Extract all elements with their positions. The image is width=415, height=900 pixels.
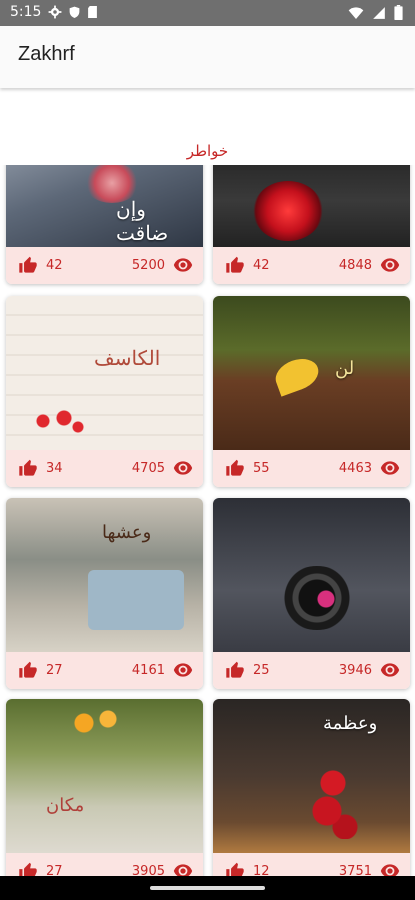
card-image[interactable]: الكاسف bbox=[6, 296, 203, 450]
card-stats-bar: 42 5200 bbox=[6, 247, 203, 284]
car-decoration bbox=[88, 570, 184, 630]
likes-count: 34 bbox=[46, 461, 63, 476]
views-count: 4463 bbox=[338, 461, 372, 476]
flowers-decoration bbox=[66, 703, 126, 743]
leaf-decoration bbox=[271, 353, 323, 397]
card-image[interactable]: لن bbox=[213, 296, 410, 450]
views-count: 4848 bbox=[338, 258, 372, 273]
card-stats-bar: 27 4161 bbox=[6, 652, 203, 689]
shield-icon bbox=[69, 6, 80, 18]
rose-decoration bbox=[253, 181, 323, 241]
eye-icon bbox=[380, 461, 400, 475]
likes-count: 27 bbox=[46, 864, 63, 876]
thumbs-up-icon[interactable] bbox=[18, 661, 38, 680]
card-image[interactable]: وعظمة bbox=[213, 699, 410, 853]
flower-decoration bbox=[309, 588, 343, 610]
image-card[interactable]: مكان 27 3905 bbox=[6, 699, 203, 876]
views-count: 5200 bbox=[131, 258, 165, 273]
card-image[interactable]: مكان bbox=[6, 699, 203, 853]
wifi-icon bbox=[348, 6, 364, 19]
eye-icon bbox=[380, 663, 400, 677]
views-count: 4705 bbox=[131, 461, 165, 476]
eye-icon bbox=[173, 258, 193, 272]
thumbs-up-icon[interactable] bbox=[225, 256, 245, 275]
image-card[interactable]: وعشها 27 4161 bbox=[6, 498, 203, 689]
likes-count: 12 bbox=[253, 864, 270, 876]
image-calligraphy: وعشها bbox=[102, 522, 152, 543]
thumbs-up-icon[interactable] bbox=[225, 862, 245, 876]
app-bar: Zakhrf bbox=[0, 26, 415, 88]
battery-icon bbox=[394, 5, 403, 20]
image-card[interactable]: 25 3946 bbox=[213, 498, 410, 689]
likes-count: 55 bbox=[253, 461, 270, 476]
thumbs-up-icon[interactable] bbox=[225, 661, 245, 680]
thumbs-up-icon[interactable] bbox=[225, 459, 245, 478]
card-stats-bar: 42 4848 bbox=[213, 247, 410, 284]
views-count: 3905 bbox=[131, 864, 165, 876]
image-calligraphy: الكاسف bbox=[94, 346, 161, 370]
card-stats-bar: 25 3946 bbox=[213, 652, 410, 689]
system-navigation-bar bbox=[0, 876, 415, 900]
image-calligraphy: لن bbox=[335, 358, 355, 379]
thumbs-up-icon[interactable] bbox=[18, 256, 38, 275]
image-card[interactable]: لن 55 4463 bbox=[213, 296, 410, 487]
image-calligraphy: مكان bbox=[46, 795, 85, 816]
card-stats-bar: 27 3905 bbox=[6, 853, 203, 876]
image-card[interactable]: 42 4848 bbox=[213, 165, 410, 284]
card-image[interactable] bbox=[213, 498, 410, 652]
image-calligraphy: وإن ضاقت bbox=[116, 197, 169, 245]
views-count: 3751 bbox=[338, 864, 372, 876]
image-card[interactable]: وإن ضاقت 42 5200 bbox=[6, 165, 203, 284]
likes-count: 42 bbox=[46, 258, 63, 273]
eye-icon bbox=[173, 663, 193, 677]
eye-icon bbox=[380, 864, 400, 876]
card-stats-bar: 55 4463 bbox=[213, 450, 410, 487]
card-image[interactable] bbox=[213, 165, 410, 247]
hearts-decoration bbox=[22, 406, 92, 436]
views-count: 4161 bbox=[131, 663, 165, 678]
eye-icon bbox=[173, 864, 193, 876]
image-calligraphy: وعظمة bbox=[323, 713, 378, 734]
likes-count: 27 bbox=[46, 663, 63, 678]
image-grid[interactable]: وإن ضاقت 42 5200 42 4848 الكاسف 34 4705 … bbox=[0, 165, 415, 876]
home-gesture-handle[interactable] bbox=[150, 886, 265, 890]
image-card[interactable]: وعظمة 12 3751 bbox=[213, 699, 410, 876]
likes-count: 25 bbox=[253, 663, 270, 678]
status-bar: 5:15 bbox=[0, 0, 415, 26]
balloon-hearts-decoration bbox=[309, 759, 369, 839]
settings-icon bbox=[48, 5, 62, 19]
status-time: 5:15 bbox=[10, 4, 42, 20]
card-image[interactable]: وإن ضاقت bbox=[6, 165, 203, 247]
section-title: خواطر bbox=[186, 142, 229, 160]
sd-card-icon bbox=[88, 5, 97, 19]
eye-icon bbox=[173, 461, 193, 475]
card-stats-bar: 12 3751 bbox=[213, 853, 410, 876]
views-count: 3946 bbox=[338, 663, 372, 678]
thumbs-up-icon[interactable] bbox=[18, 862, 38, 876]
eye-icon bbox=[380, 258, 400, 272]
card-stats-bar: 34 4705 bbox=[6, 450, 203, 487]
likes-count: 42 bbox=[253, 258, 270, 273]
image-card[interactable]: الكاسف 34 4705 bbox=[6, 296, 203, 487]
thumbs-up-icon[interactable] bbox=[18, 459, 38, 478]
app-title: Zakhrf bbox=[18, 43, 75, 65]
card-image[interactable]: وعشها bbox=[6, 498, 203, 652]
signal-icon bbox=[373, 6, 385, 19]
